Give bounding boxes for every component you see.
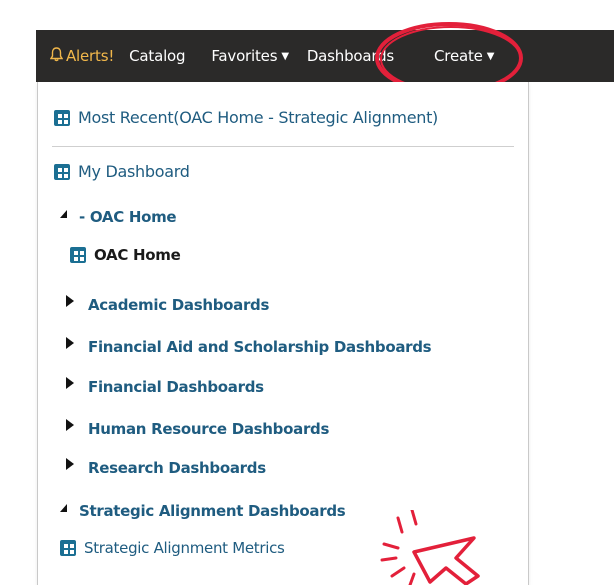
most-recent-label: Most Recent(OAC Home - Strategic Alignme… [78,108,438,127]
collapsed-triangle-icon [66,419,74,431]
dashboards-dropdown-menu: Most Recent(OAC Home - Strategic Alignme… [37,82,529,585]
collapsed-triangle-icon [66,337,74,349]
expanded-triangle-icon [60,504,67,512]
collapsed-triangle-icon [66,295,74,307]
folder-oac-home[interactable]: - OAC Home [60,208,177,226]
folder-label: Financial Dashboards [88,378,264,396]
collapsed-triangle-icon [66,377,74,389]
top-navigation-bar: Alerts! Catalog Favorites ▼ Dashboards C… [36,30,614,82]
dashboard-icon [60,540,76,556]
dashboard-icon [70,247,86,263]
dashboard-icon [54,163,70,180]
folder-label: Financial Aid and Scholarship Dashboards [88,338,432,356]
folder-financial-aid[interactable]: Financial Aid and Scholarship Dashboards [66,337,432,356]
menu-item-strategic-alignment-metrics[interactable]: Strategic Alignment Metrics [60,539,285,557]
folder-financial[interactable]: Financial Dashboards [66,377,264,396]
dashboards-menu[interactable]: Dashboards [307,30,394,82]
favorites-label: Favorites [211,47,278,65]
expanded-triangle-icon [60,210,67,218]
chevron-down-icon: ▼ [281,50,289,62]
menu-item-my-dashboard[interactable]: My Dashboard [54,162,190,181]
menu-item-most-recent[interactable]: Most Recent(OAC Home - Strategic Alignme… [54,108,438,127]
create-label: Create [434,47,483,65]
alerts-label: Alerts! [66,47,115,65]
oac-home-label: OAC Home [94,246,181,264]
folder-research[interactable]: Research Dashboards [66,458,266,477]
folder-label: - OAC Home [79,208,177,226]
folder-label: Research Dashboards [88,459,266,477]
create-menu[interactable]: Create ▼ [434,30,494,82]
my-dashboard-label: My Dashboard [78,162,190,181]
catalog-link[interactable]: Catalog [129,30,185,82]
folder-label: Academic Dashboards [88,296,270,314]
folder-human-resource[interactable]: Human Resource Dashboards [66,419,330,438]
folder-academic[interactable]: Academic Dashboards [66,295,270,314]
favorites-menu[interactable]: Favorites ▼ [211,30,289,82]
collapsed-triangle-icon [66,458,74,470]
chevron-down-icon: ▼ [486,50,495,62]
folder-strategic-alignment[interactable]: Strategic Alignment Dashboards [60,502,346,520]
menu-item-oac-home[interactable]: OAC Home [70,246,181,264]
folder-label: Strategic Alignment Dashboards [79,502,346,520]
folder-label: Human Resource Dashboards [88,420,330,438]
bell-icon [49,46,64,66]
strategic-metrics-label: Strategic Alignment Metrics [84,539,285,557]
alerts-link[interactable]: Alerts! [49,30,115,82]
dashboard-icon [54,109,70,126]
menu-divider [52,146,514,147]
